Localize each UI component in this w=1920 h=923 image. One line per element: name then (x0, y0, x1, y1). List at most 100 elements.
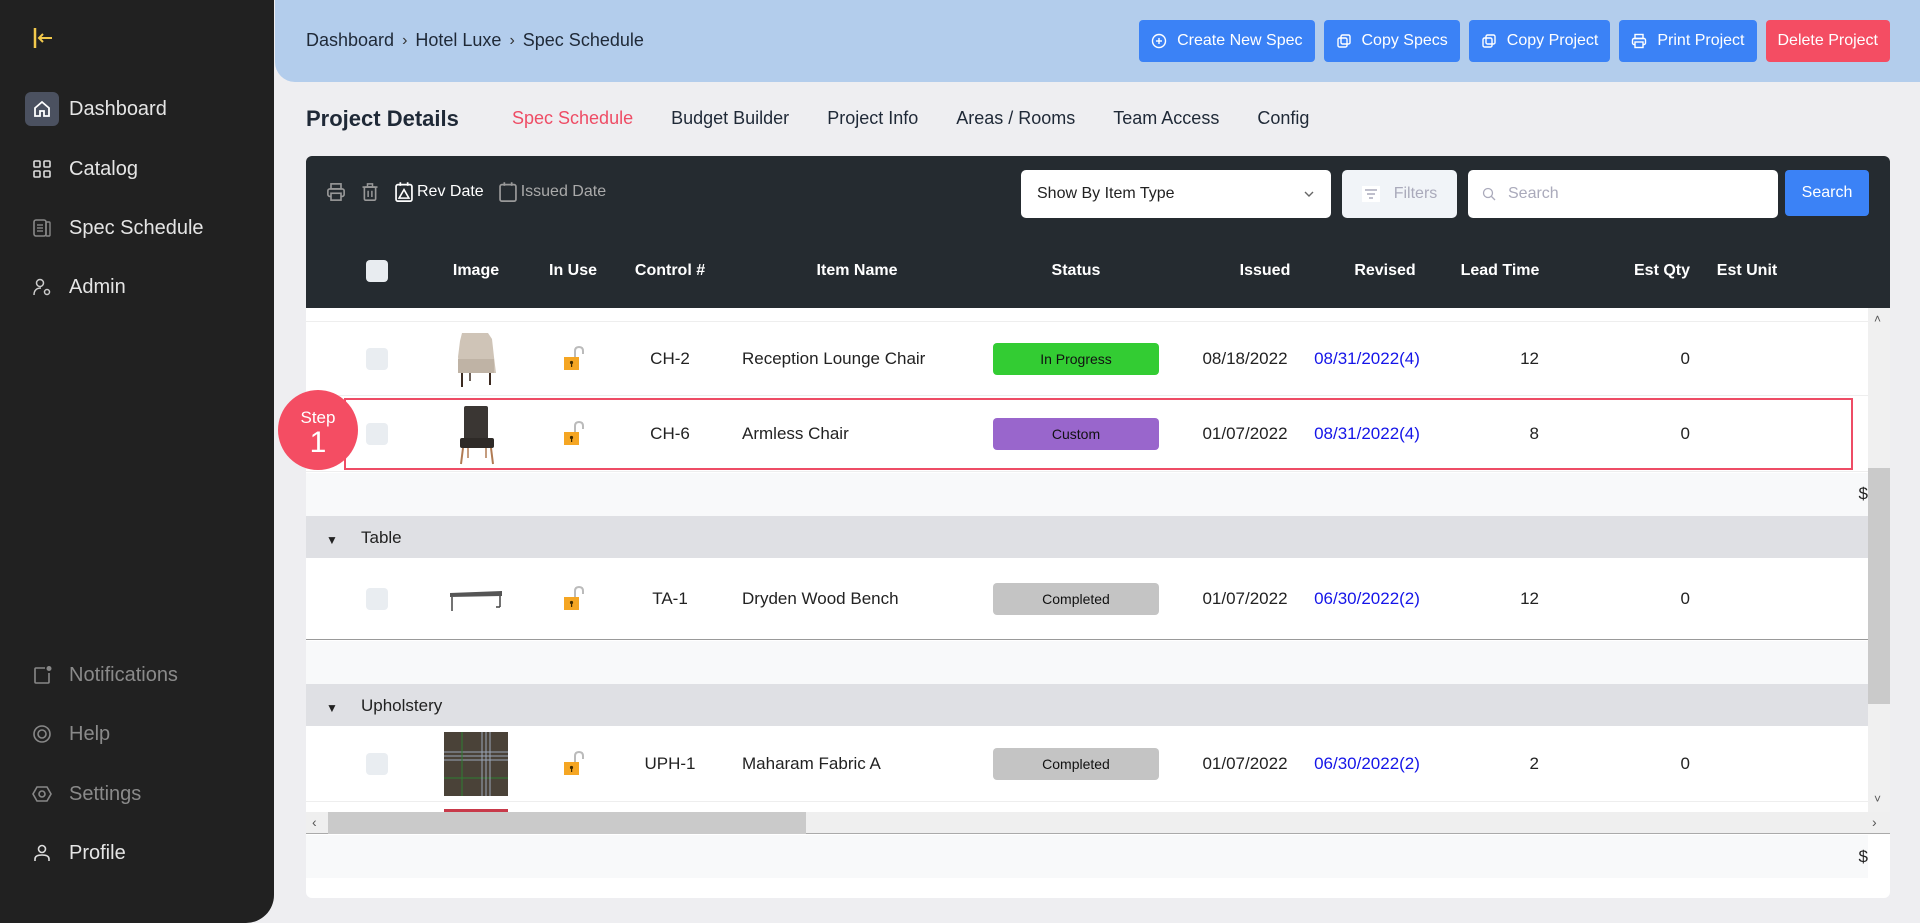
status-badge[interactable]: Completed (993, 582, 1159, 615)
breadcrumb-project[interactable]: Hotel Luxe (415, 30, 501, 51)
column-est-unit[interactable]: Est Unit (1717, 262, 1777, 280)
item-image-lounge-chair[interactable] (444, 327, 508, 391)
column-image[interactable]: Image (453, 262, 499, 280)
group-header-upholstery[interactable]: ▼ Upholstery (306, 684, 1868, 726)
breadcrumb-current: Spec Schedule (522, 30, 644, 50)
item-name[interactable]: Reception Lounge Chair (742, 349, 925, 369)
copy-specs-button[interactable]: Copy Specs (1323, 20, 1460, 62)
horizontal-scrollbar[interactable]: ‹ › (306, 812, 1890, 834)
print-button[interactable] (326, 182, 346, 202)
breadcrumb: Dashboard › Hotel Luxe › Spec Schedule (306, 30, 644, 51)
column-est-qty[interactable]: Est Qty (1634, 262, 1690, 280)
column-revised[interactable]: Revised (1354, 262, 1415, 280)
item-name[interactable]: Armless Chair (742, 424, 849, 444)
home-icon (25, 92, 59, 126)
tab-project-info[interactable]: Project Info (827, 108, 918, 129)
scroll-down-icon[interactable]: ˅ (1874, 792, 1881, 806)
search-button[interactable]: Search (1785, 170, 1869, 216)
item-name[interactable]: Maharam Fabric A (742, 754, 881, 774)
table-row-partial[interactable] (306, 803, 1868, 812)
search-input[interactable] (1508, 185, 1748, 203)
item-image-armless-chair[interactable] (444, 402, 508, 466)
revised-date-link[interactable]: 08/31/2022(4) (1314, 424, 1420, 444)
tab-spec-schedule[interactable]: Spec Schedule (512, 108, 633, 129)
sidebar-item-profile[interactable]: Profile (25, 836, 126, 870)
scroll-left-icon[interactable]: ‹ (312, 814, 317, 830)
sidebar-item-help[interactable]: Help (25, 717, 110, 751)
row-checkbox[interactable] (366, 752, 388, 775)
sidebar-item-notifications[interactable]: Notifications (25, 658, 178, 692)
control-number: CH-6 (650, 423, 690, 443)
sidebar-item-label: Profile (69, 841, 126, 864)
unlocked-icon[interactable] (561, 585, 585, 613)
item-image-bench[interactable] (444, 567, 508, 631)
issued-date: 01/07/2022 (1202, 753, 1288, 773)
revised-date-link[interactable]: 06/30/2022(2) (1314, 589, 1420, 609)
status-badge[interactable]: In Progress (993, 342, 1159, 375)
row-checkbox[interactable] (366, 422, 388, 445)
filters-label: Filters (1393, 185, 1438, 202)
sidebar-item-catalog[interactable]: Catalog (25, 152, 138, 186)
horizontal-scroll-thumb[interactable] (328, 812, 806, 834)
create-new-spec-button[interactable]: Create New Spec (1139, 20, 1315, 62)
tab-budget-builder[interactable]: Budget Builder (671, 108, 789, 129)
unlocked-icon[interactable] (561, 750, 585, 778)
print-project-button[interactable]: Print Project (1619, 20, 1757, 62)
breadcrumb-dashboard[interactable]: Dashboard (306, 30, 394, 51)
caret-down-icon[interactable]: ▼ (326, 701, 338, 715)
delete-project-button[interactable]: Delete Project (1765, 20, 1890, 62)
sidebar-item-label: Spec Schedule (69, 216, 204, 239)
revised-date-link[interactable]: 06/30/2022(2) (1314, 754, 1420, 774)
step-label: Step (300, 408, 336, 427)
tab-areas-rooms[interactable]: Areas / Rooms (956, 108, 1075, 129)
filter-icon (1361, 186, 1380, 202)
show-by-select[interactable]: Show By Item Type (1021, 170, 1331, 218)
calendar-icon (498, 182, 517, 203)
sidebar-item-admin[interactable]: Admin (25, 270, 126, 304)
table-row[interactable]: TA-1 Dryden Wood Bench Completed 01/07/2… (306, 558, 1868, 640)
show-by-value: Show By Item Type (1037, 185, 1175, 202)
vertical-scroll-thumb[interactable] (1868, 468, 1890, 704)
collapse-sidebar-icon[interactable] (32, 26, 54, 50)
scroll-up-icon[interactable]: ˄ (1874, 312, 1881, 326)
table-row[interactable]: CH-6 Armless Chair Custom 01/07/2022 08/… (306, 396, 1868, 472)
table-row[interactable]: CH-2 Reception Lounge Chair In Progress … (306, 322, 1868, 396)
column-in-use[interactable]: In Use (549, 262, 597, 280)
column-control[interactable]: Control # (635, 262, 705, 280)
sidebar-item-dashboard[interactable]: Dashboard (25, 92, 167, 126)
column-status[interactable]: Status (1052, 262, 1101, 280)
group-header-table[interactable]: ▼ Table (306, 516, 1868, 558)
column-issued[interactable]: Issued (1240, 262, 1291, 280)
table-row[interactable]: UPH-1 Maharam Fabric A Completed 01/07/2… (306, 726, 1868, 802)
table-body: CH-2 Reception Lounge Chair In Progress … (306, 308, 1868, 812)
column-lead-time[interactable]: Lead Time (1461, 262, 1540, 280)
chevron-right-icon: › (402, 31, 408, 49)
tab-team-access[interactable]: Team Access (1113, 108, 1219, 129)
revised-date-link[interactable]: 08/31/2022(4) (1314, 349, 1420, 369)
caret-down-icon[interactable]: ▼ (326, 533, 338, 547)
item-name[interactable]: Dryden Wood Bench (742, 589, 899, 609)
step-number: 1 (309, 426, 327, 459)
row-checkbox[interactable] (366, 347, 388, 370)
unlocked-icon[interactable] (561, 420, 585, 448)
copy-project-button[interactable]: Copy Project (1468, 20, 1611, 62)
column-item-name[interactable]: Item Name (817, 262, 898, 280)
sidebar-item-settings[interactable]: Settings (25, 777, 141, 811)
status-badge[interactable]: Custom (993, 417, 1159, 450)
unlocked-icon[interactable] (561, 345, 585, 373)
issued-date-button[interactable]: Issued Date (498, 181, 606, 203)
vertical-scrollbar[interactable]: ˄ ˅ (1868, 308, 1890, 812)
lead-time: 12 (1520, 588, 1539, 608)
select-all-checkbox[interactable] (366, 260, 388, 282)
tab-config[interactable]: Config (1257, 108, 1309, 129)
filters-button[interactable]: Filters (1342, 170, 1457, 218)
delete-button[interactable] (360, 182, 380, 202)
sidebar-item-spec-schedule[interactable]: Spec Schedule (25, 211, 204, 245)
status-badge[interactable]: Completed (993, 747, 1159, 780)
printer-icon (327, 183, 345, 201)
rev-date-button[interactable]: Rev Date (394, 181, 484, 203)
item-image-plaid-fabric[interactable] (444, 731, 508, 796)
row-checkbox[interactable] (366, 587, 388, 610)
scroll-right-icon[interactable]: › (1872, 814, 1877, 830)
group-name: Table (361, 528, 402, 547)
